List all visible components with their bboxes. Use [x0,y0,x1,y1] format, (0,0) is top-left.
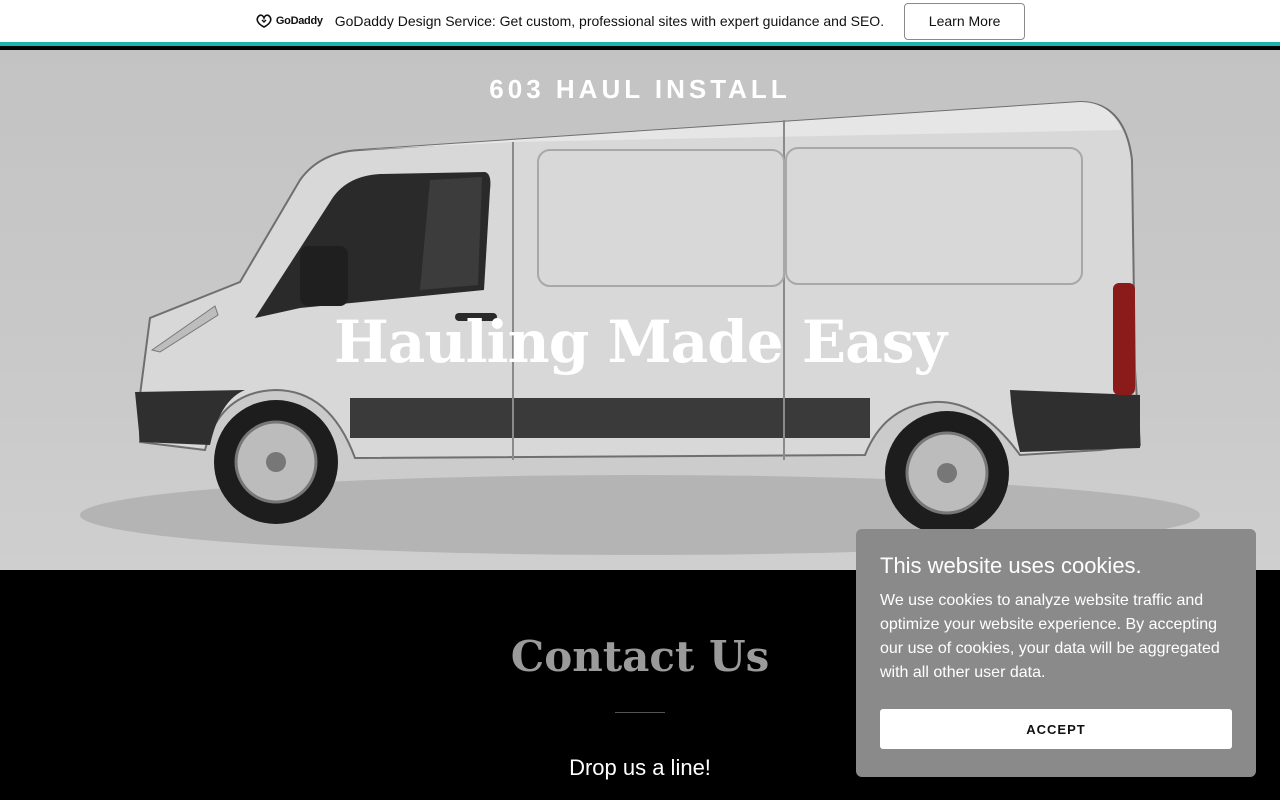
cookie-text: We use cookies to analyze website traffi… [880,592,1220,681]
cookie-title: This website uses cookies. [880,553,1142,578]
godaddy-logo-text: GoDaddy [275,15,323,27]
hero-heading: Hauling Made Easy [333,308,947,376]
section-divider [615,712,665,713]
accept-cookies-button[interactable]: ACCEPT [880,709,1232,749]
promo-message: GoDaddy Design Service: Get custom, prof… [334,13,885,29]
godaddy-logo[interactable]: GoDaddy [255,13,323,29]
cookie-banner: This website uses cookies. We use cookie… [856,529,1256,777]
godaddy-logo-icon [256,14,272,28]
hero-section: 603 HAUL INSTALL Hauling Made Easy [0,50,1280,570]
learn-more-button[interactable]: Learn More [904,2,1026,40]
site-title[interactable]: 603 HAUL INSTALL [0,74,1280,105]
promo-bar: GoDaddy GoDaddy Design Service: Get cust… [0,0,1280,46]
